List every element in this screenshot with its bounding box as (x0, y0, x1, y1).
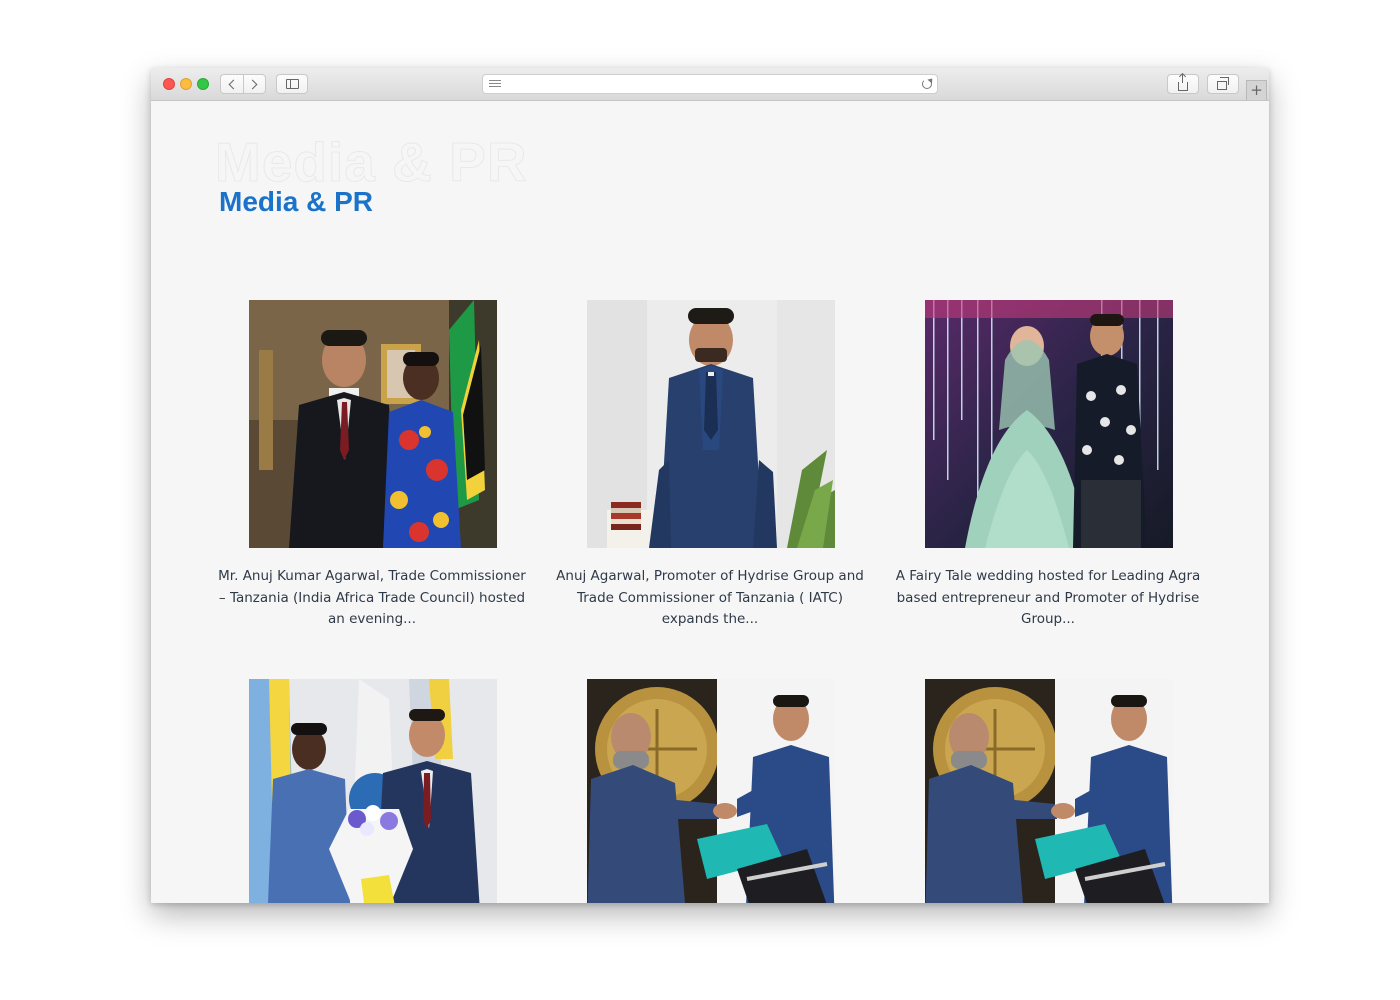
share-icon (1178, 73, 1188, 91)
media-caption[interactable]: A Fairy Tale wedding hosted for Leading … (893, 566, 1203, 631)
media-card[interactable]: Mr. Anuj Kumar Agarwal, Trade Commission… (217, 300, 527, 640)
page-title: Media & PR (219, 186, 374, 217)
chevron-left-icon (228, 79, 239, 89)
show-tabs-button[interactable] (1207, 74, 1239, 94)
media-card[interactable] (555, 679, 865, 903)
section-watermark-title: Media & PR (215, 131, 528, 194)
new-tab-button[interactable]: + (1246, 80, 1267, 100)
reload-icon[interactable] (922, 79, 932, 89)
media-caption[interactable]: Anuj Agarwal, Promoter of Hydrise Group … (555, 566, 865, 631)
back-button[interactable] (221, 75, 243, 93)
photo-handshake-meeting (587, 679, 835, 903)
media-photo[interactable] (249, 679, 497, 903)
media-photo[interactable] (587, 300, 835, 548)
zoom-window-button[interactable] (197, 78, 209, 90)
browser-toolbar: + (151, 68, 1269, 101)
minimize-window-button[interactable] (180, 78, 192, 90)
sidebar-icon (285, 79, 299, 89)
media-card[interactable]: Anuj Agarwal, Promoter of Hydrise Group … (555, 300, 865, 640)
media-card[interactable]: A Fairy Tale wedding hosted for Leading … (893, 300, 1203, 640)
media-card[interactable] (217, 679, 527, 903)
media-photo[interactable] (925, 679, 1173, 903)
chevron-right-icon (248, 79, 258, 89)
media-photo[interactable] (925, 300, 1173, 548)
forward-button[interactable] (242, 75, 265, 93)
photo-promoter-portrait (587, 300, 835, 548)
photo-handshake-meeting (925, 679, 1173, 903)
share-button[interactable] (1167, 73, 1199, 94)
address-bar[interactable] (482, 74, 938, 94)
tabs-icon (1216, 77, 1229, 90)
plus-icon: + (1250, 81, 1263, 99)
browser-window: + Media & PR Media & PR Mr. Anuj Kumar A… (151, 68, 1269, 903)
media-photo[interactable] (587, 679, 835, 903)
sidebar-toggle-button[interactable] (276, 74, 308, 94)
history-navigation (220, 74, 266, 94)
close-window-button[interactable] (163, 78, 175, 90)
media-caption[interactable]: Mr. Anuj Kumar Agarwal, Trade Commission… (217, 566, 527, 631)
photo-trade-commissioner-evening (249, 300, 497, 548)
photo-fairy-tale-wedding (925, 300, 1173, 548)
media-card[interactable] (893, 679, 1203, 903)
reader-view-icon[interactable] (489, 80, 501, 89)
media-photo[interactable] (249, 300, 497, 548)
photo-bouquet-presentation (249, 679, 497, 903)
page-content: Media & PR Media & PR Mr. Anuj Kumar Aga… (151, 101, 1269, 903)
